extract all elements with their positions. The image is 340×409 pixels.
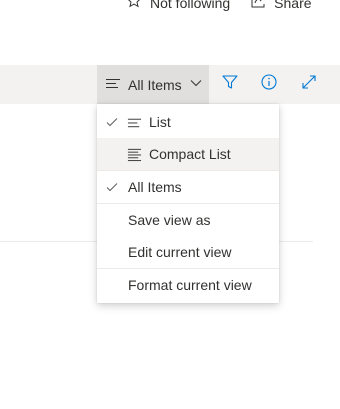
view-switcher-label: All Items bbox=[128, 76, 182, 93]
menu-item-label: List bbox=[149, 114, 171, 130]
view-switcher-button[interactable]: All Items bbox=[97, 65, 209, 104]
info-icon bbox=[260, 73, 278, 96]
chevron-down-icon bbox=[189, 76, 203, 93]
star-icon bbox=[126, 0, 142, 12]
page: Not following Share All Items List Compa… bbox=[0, 0, 340, 409]
menu-item-edit-current-view[interactable]: Edit current view bbox=[97, 236, 279, 268]
menu-item-format-current-view[interactable]: Format current view bbox=[97, 269, 279, 301]
expand-icon bbox=[300, 73, 318, 96]
menu-item-label: Save view as bbox=[128, 212, 211, 228]
follow-button[interactable]: Not following bbox=[126, 0, 230, 12]
menu-item-label: Edit current view bbox=[128, 244, 232, 260]
menu-item-save-view-as[interactable]: Save view as bbox=[97, 204, 279, 236]
share-icon bbox=[250, 0, 266, 12]
menu-item-label: All Items bbox=[128, 179, 182, 195]
header-actions: Not following Share bbox=[126, 0, 312, 12]
menu-item-list[interactable]: List bbox=[97, 106, 279, 138]
filter-icon bbox=[221, 73, 239, 96]
compact-list-icon bbox=[127, 147, 142, 162]
menu-item-label: Format current view bbox=[128, 277, 252, 293]
menu-item-all-items[interactable]: All Items bbox=[97, 171, 279, 203]
menu-item-compact-list[interactable]: Compact List bbox=[97, 138, 279, 170]
checkmark-icon bbox=[105, 180, 119, 194]
share-button[interactable]: Share bbox=[250, 0, 312, 12]
fullscreen-button[interactable] bbox=[291, 65, 327, 104]
follow-label: Not following bbox=[150, 0, 231, 11]
filter-button[interactable] bbox=[212, 65, 248, 104]
menu-item-label: Compact List bbox=[149, 146, 231, 162]
list-icon bbox=[105, 75, 121, 94]
info-button[interactable] bbox=[251, 65, 287, 104]
view-dropdown-menu: List Compact List All Items Save view as… bbox=[97, 104, 279, 303]
checkmark-icon bbox=[105, 115, 119, 129]
command-bar: All Items bbox=[0, 65, 340, 104]
share-label: Share bbox=[274, 0, 312, 11]
list-icon bbox=[127, 115, 142, 130]
